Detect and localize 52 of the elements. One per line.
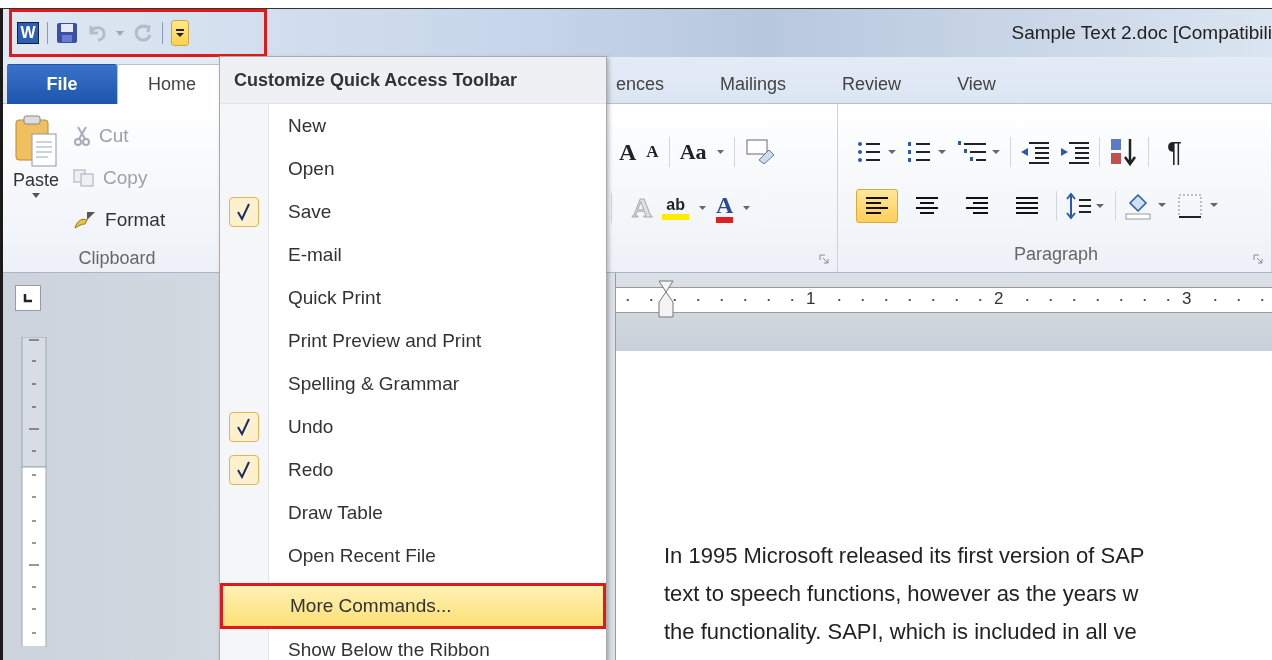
eraser-icon[interactable]	[744, 138, 775, 166]
menu-item[interactable]: Spelling & Grammar	[220, 362, 606, 405]
caret-icon[interactable]	[743, 206, 751, 210]
shrink-font-button[interactable]: A	[646, 142, 659, 162]
word-logo-icon: W	[17, 22, 39, 44]
menu-item[interactable]: Quick Print	[220, 276, 606, 319]
clipboard-command[interactable]: Format	[105, 209, 166, 231]
grow-font-button[interactable]: A	[619, 138, 637, 166]
tab-stop-selector[interactable]	[15, 285, 41, 311]
caret-icon[interactable]	[698, 206, 706, 210]
menu-title: Customize Quick Access Toolbar	[220, 57, 606, 104]
highlight-button[interactable]: ab	[662, 196, 689, 220]
copy-icon	[73, 169, 96, 187]
menu-item[interactable]: Open Recent File	[220, 534, 606, 577]
menu-item[interactable]: Draw Table	[220, 491, 606, 534]
group-label: Clipboard	[77, 248, 157, 269]
indent-marker-icon[interactable]	[658, 280, 674, 318]
paste-button[interactable]: Paste	[13, 170, 60, 191]
dialog-launcher-icon[interactable]	[819, 254, 829, 264]
ribbon-tab[interactable]: View	[929, 64, 1024, 104]
customize-toolbar-button[interactable]	[171, 20, 189, 46]
change-case-button[interactable]: Aa	[679, 139, 707, 165]
dialog-launcher-icon[interactable]	[1253, 254, 1263, 264]
menu-item[interactable]: E-mail	[220, 233, 606, 276]
window-title: Sample Text 2.doc [Compatibili	[1011, 22, 1272, 44]
group-label: Paragraph	[1013, 244, 1099, 265]
scissors-icon	[73, 126, 92, 146]
menu-item[interactable]: Print Preview and Print	[220, 319, 606, 362]
menu-item[interactable]: Redo	[220, 448, 606, 491]
ribbon-tab[interactable]: Review	[814, 64, 930, 104]
menu-item[interactable]: Undo	[220, 405, 606, 448]
menu-item[interactable]: Save	[220, 190, 606, 233]
ribbon-tab[interactable]: ences	[615, 64, 693, 104]
caret-icon[interactable]	[32, 193, 40, 198]
show-formatting-button[interactable]: ¶	[1167, 136, 1183, 168]
shading-icon[interactable]	[1124, 191, 1168, 221]
caret-icon[interactable]	[716, 150, 724, 154]
menu-item[interactable]: Open	[220, 147, 606, 190]
ribbon-tab[interactable]: Mailings	[692, 64, 815, 104]
borders-icon[interactable]	[1176, 191, 1220, 221]
line-spacing-icon[interactable]	[1065, 192, 1107, 220]
ribbon-tab[interactable]: File	[7, 64, 117, 104]
paintbrush-icon	[73, 210, 98, 230]
save-icon[interactable]	[56, 22, 78, 44]
tab-stop-icon	[22, 292, 34, 304]
align-left-button[interactable]	[856, 189, 898, 223]
dropdown-icon	[175, 28, 185, 38]
menu-item[interactable]: More Commands...	[222, 584, 604, 628]
menu-item[interactable]: Show Below the Ribbon	[220, 628, 606, 660]
menu-item[interactable]: New	[220, 104, 606, 147]
document-paragraph: In 1995 Microsoft released its first version of SAP text to speech functions, however as the years w the functionality. SAPI, which is included in all ve	[664, 542, 1146, 646]
font-color-button[interactable]: A	[715, 193, 734, 223]
